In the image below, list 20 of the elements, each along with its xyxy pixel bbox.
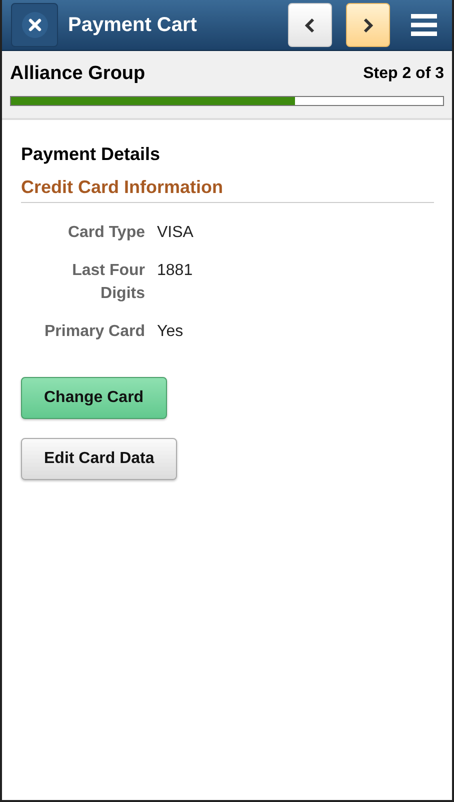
next-button[interactable]	[346, 3, 390, 47]
secondary-button[interactable]: Edit Card Data	[21, 438, 178, 480]
field-value: VISA	[157, 223, 194, 243]
field-value: Yes	[157, 322, 184, 342]
field-label: Last Four Digits	[71, 261, 145, 304]
group-title: Credit Card Information	[21, 177, 434, 203]
group-name: Alliance Group	[10, 63, 146, 85]
chevron-right-icon	[363, 18, 373, 32]
close-icon	[22, 12, 48, 38]
step-label: Step 2 of 3	[363, 65, 444, 83]
primary-button[interactable]: Change Card	[21, 377, 167, 419]
chevron-left-icon	[305, 18, 315, 32]
section-title: Payment Details	[21, 144, 162, 165]
field-label: Primary Card	[44, 322, 145, 342]
field-label: Card Type	[66, 223, 145, 243]
page-title: Payment Cart	[68, 14, 197, 36]
field-value: 1881	[157, 261, 194, 281]
close-button[interactable]	[11, 3, 58, 47]
menu-icon	[411, 13, 437, 37]
previous-button[interactable]	[288, 3, 332, 47]
